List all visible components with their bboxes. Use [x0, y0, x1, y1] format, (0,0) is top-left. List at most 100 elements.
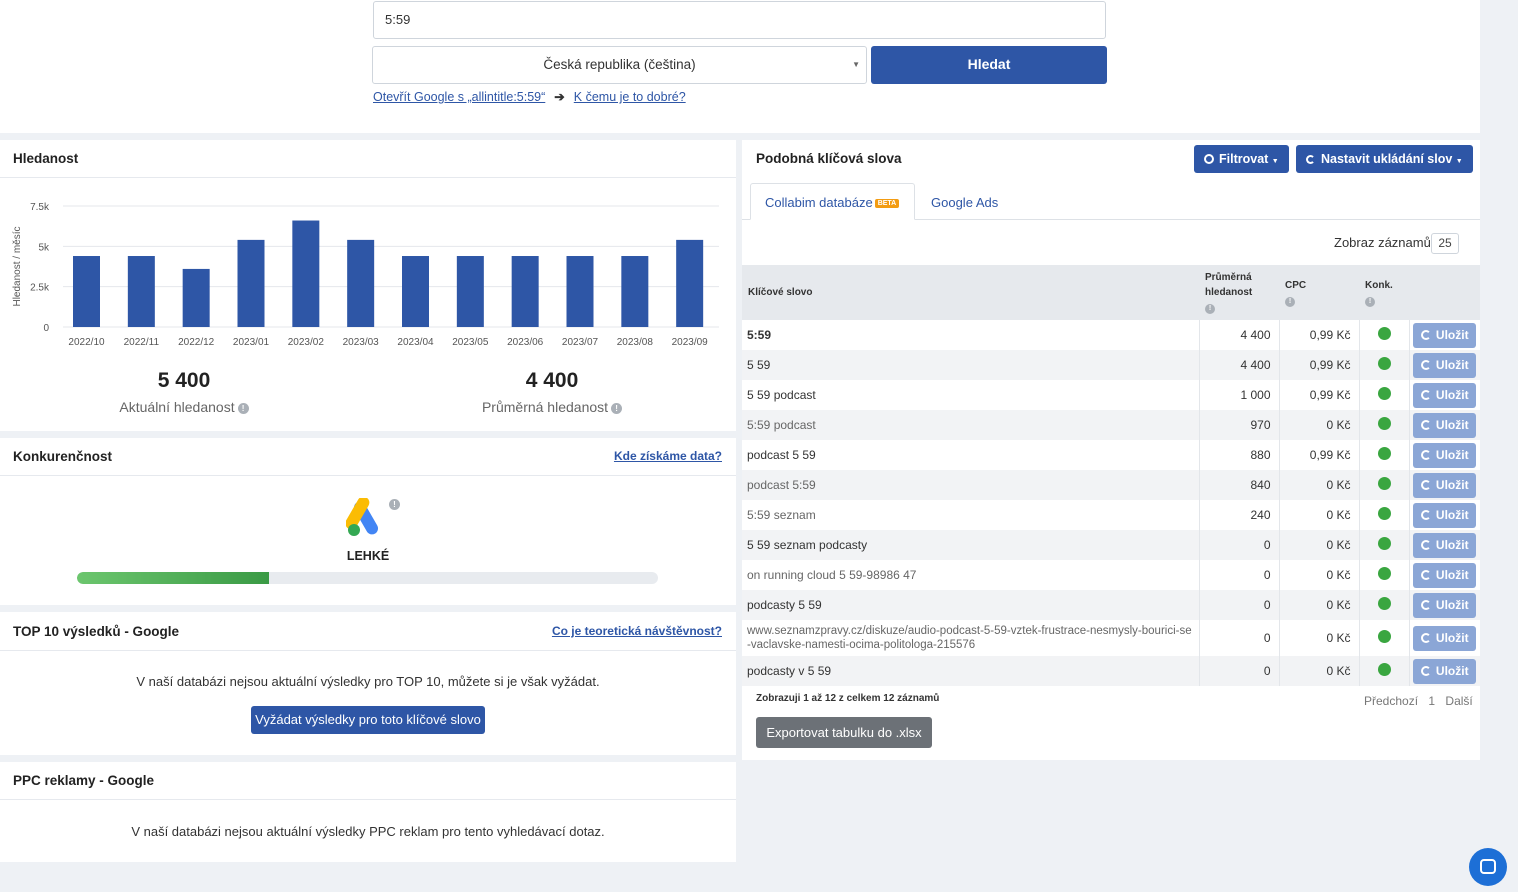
x-tick-label: 2023/03	[343, 337, 380, 348]
collabim-icon	[1420, 449, 1431, 460]
competition-cell	[1359, 560, 1410, 590]
search-input[interactable]: 5:59	[373, 1, 1106, 39]
chart-bar	[621, 256, 649, 327]
avg-cell: 240	[1199, 500, 1280, 530]
competition-level: LEHKÉ	[346, 549, 390, 563]
y-tick-label: 2.5k	[30, 283, 50, 294]
collabim-icon	[1420, 569, 1431, 580]
chevron-down-icon: ▼	[1271, 158, 1279, 165]
keyword-cell: 5:59	[742, 320, 1200, 350]
column-header-comp[interactable]: Konk.!	[1359, 265, 1409, 320]
save-cell: Uložit	[1409, 350, 1480, 380]
table-row: podcast 5 59 880 0,99 Kč Uložit	[742, 440, 1480, 470]
search-volume-panel: Hledanost 0 2.5k 5k 7.5k Hledanost / měsíc 20…	[0, 140, 736, 431]
info-icon[interactable]: !	[389, 499, 400, 510]
avg-cell: 4 400	[1199, 320, 1280, 350]
y-axis-label: Hledanost / měsíc	[12, 226, 23, 306]
avg-volume-label: Průměrná hledanost!	[432, 399, 672, 415]
save-keyword-button[interactable]: Uložit	[1413, 472, 1477, 498]
competition-cell	[1359, 470, 1410, 500]
table-row: podcasty v 5 59 0 0 Kč Uložit	[742, 656, 1480, 686]
tab-collabim[interactable]: Collabim databáze BETA	[750, 183, 915, 220]
avg-cell: 880	[1199, 440, 1280, 470]
table-row: podcasty 5 59 0 0 Kč Uložit	[742, 590, 1480, 620]
traffic-info-link[interactable]: Co je teoretická návštěvnost?	[552, 624, 722, 638]
save-keyword-button[interactable]: Uložit	[1413, 352, 1477, 378]
column-header-keyword[interactable]: Klíčové slovo	[742, 265, 1199, 320]
competition-dot-icon	[1377, 357, 1391, 370]
show-records-select[interactable]: 25	[1431, 233, 1459, 254]
chart-bar	[347, 239, 375, 327]
info-icon[interactable]: !	[611, 402, 623, 414]
current-volume-value: 5 400	[157, 369, 211, 392]
arrow-right-icon: ➔	[554, 90, 565, 104]
filter-button[interactable]: Filtrovat ▼	[1194, 145, 1289, 173]
panel-title: PPC reklamy - Google	[13, 773, 155, 788]
collabim-icon	[1420, 599, 1431, 610]
column-header-avg[interactable]: Průměrná hledanost!	[1199, 265, 1279, 320]
helper-links: Otevřít Google s „allintitle:5:59“ ➔ K čem…	[373, 89, 686, 104]
cpc-cell: 0,99 Kč	[1279, 350, 1360, 380]
x-tick-label: 2022/10	[68, 337, 105, 348]
cpc-cell: 0 Kč	[1279, 590, 1360, 620]
competition-dot-icon	[1377, 630, 1391, 643]
avg-cell: 840	[1199, 470, 1280, 500]
prev-page-button[interactable]: Předchozí	[1364, 694, 1418, 708]
cpc-cell: 0 Kč	[1279, 620, 1360, 656]
cpc-cell: 0,99 Kč	[1279, 320, 1360, 350]
x-tick-label: 2023/05	[452, 337, 489, 348]
x-tick-label: 2022/12	[178, 337, 215, 348]
search-icon	[1204, 154, 1214, 164]
competition-progress-fill	[77, 572, 269, 584]
save-cell: Uložit	[1409, 530, 1480, 560]
why-link[interactable]: K čemu je to dobré?	[574, 90, 686, 104]
allintitle-link[interactable]: Otevřít Google s „allintitle:5:59“	[373, 90, 545, 104]
avg-cell: 0	[1199, 620, 1280, 656]
save-keyword-button[interactable]: Uložit	[1413, 658, 1477, 684]
tab-google-ads[interactable]: Google Ads	[931, 195, 998, 210]
save-keyword-button[interactable]: Uložit	[1413, 625, 1477, 651]
collabim-icon	[1420, 359, 1431, 370]
page-number[interactable]: 1	[1428, 694, 1435, 708]
chart-bar	[292, 220, 320, 327]
avg-volume-value: 4 400	[525, 369, 579, 392]
column-header-cpc[interactable]: CPC!	[1279, 265, 1359, 320]
search-button[interactable]: Hledat	[871, 46, 1107, 84]
request-results-button[interactable]: Vyžádat výsledky pro toto klíčové slovo	[251, 706, 485, 734]
keyword-cell: podcasty v 5 59	[742, 656, 1200, 686]
keyword-cell: www.seznamzpravy.cz/diskuze/audio-podcas…	[742, 620, 1200, 656]
avg-cell: 1 000	[1199, 380, 1280, 410]
save-keyword-button[interactable]: Uložit	[1413, 322, 1477, 348]
info-icon[interactable]: !	[237, 402, 249, 414]
pagination: Předchozí 1 Další	[1364, 694, 1473, 708]
chart-bar	[237, 239, 265, 327]
save-keyword-button[interactable]: Uložit	[1413, 382, 1477, 408]
save-keyword-button[interactable]: Uložit	[1413, 592, 1477, 618]
cpc-cell: 0 Kč	[1279, 410, 1360, 440]
save-keyword-button[interactable]: Uložit	[1413, 412, 1477, 438]
save-keyword-button[interactable]: Uložit	[1413, 502, 1477, 528]
save-settings-button[interactable]: Nastavit ukládání slov ▼	[1296, 145, 1473, 173]
table-row: 5:59 podcast 970 0 Kč Uložit	[742, 410, 1480, 440]
data-source-link[interactable]: Kde získáme data?	[614, 449, 722, 463]
save-keyword-button[interactable]: Uložit	[1413, 442, 1477, 468]
keyword-cell: on running cloud 5 59-98986 47	[742, 560, 1200, 590]
export-button[interactable]: Exportovat tabulku do .xlsx	[756, 717, 932, 748]
save-keyword-button[interactable]: Uložit	[1413, 562, 1477, 588]
competition-cell	[1359, 410, 1410, 440]
x-tick-label: 2023/08	[617, 337, 654, 348]
keywords-table: Klíčové slovo Průměrná hledanost! CPC! K…	[742, 265, 1480, 686]
save-keyword-button[interactable]: Uložit	[1413, 532, 1477, 558]
panel-title: TOP 10 výsledků - Google	[13, 624, 180, 639]
search-volume-chart: 0 2.5k 5k 7.5k Hledanost / měsíc 2022/10 2022/…	[12, 202, 719, 348]
competition-cell	[1359, 530, 1410, 560]
chart-bar	[73, 256, 100, 327]
competition-dot-icon	[1377, 567, 1391, 580]
beta-badge: BETA	[874, 199, 900, 209]
keyword-cell: 5:59 podcast	[742, 410, 1200, 440]
country-select[interactable]: Česká republika (čeština) ▼	[372, 46, 867, 84]
chat-launcher[interactable]	[1469, 848, 1507, 886]
save-cell: Uložit	[1409, 560, 1480, 590]
keyword-cell: podcast 5 59	[742, 440, 1200, 470]
next-page-button[interactable]: Další	[1445, 694, 1472, 708]
